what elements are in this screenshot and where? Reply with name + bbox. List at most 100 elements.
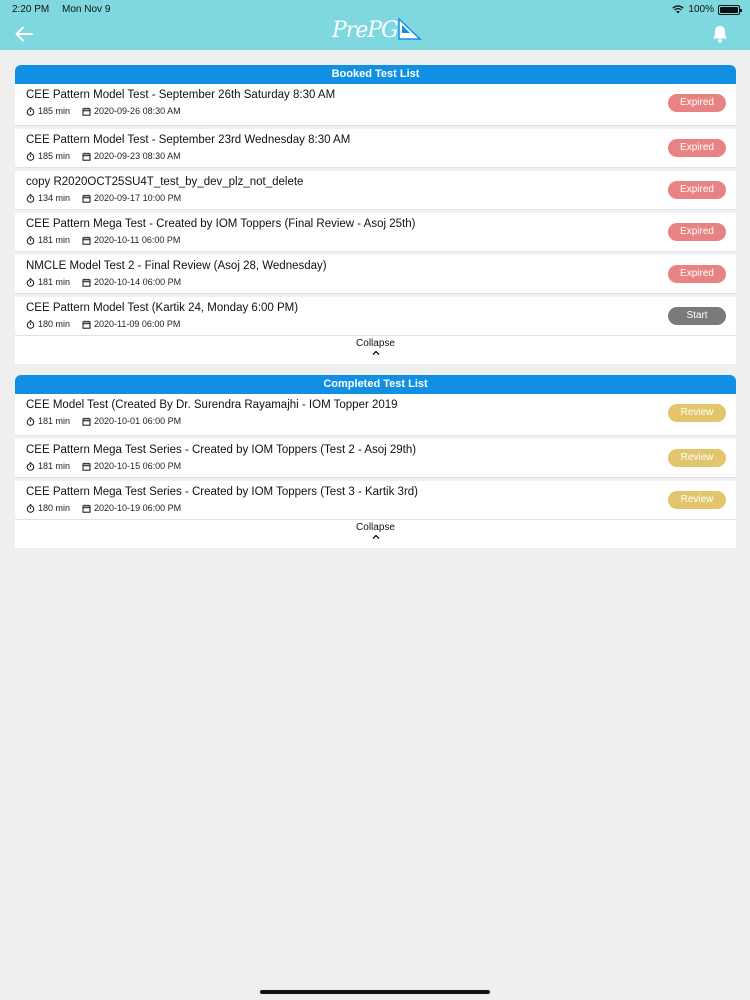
duration-text: 180 min — [38, 503, 71, 513]
review-button[interactable]: Review — [668, 491, 726, 509]
booked-collapse-button[interactable]: Collapse — [15, 336, 736, 364]
duration: 181 min — [26, 461, 70, 471]
expired-button[interactable]: Expired — [668, 265, 726, 283]
test-meta: 185 min 2020-09-23 08:30 AM — [26, 151, 193, 161]
booked-test-panel: Booked Test List CEE Pattern Model Test … — [15, 65, 736, 364]
calendar-icon — [82, 462, 91, 471]
stopwatch-icon — [26, 319, 35, 329]
schedule: 2020-10-11 06:00 PM — [82, 235, 180, 245]
stopwatch-icon — [26, 461, 35, 471]
datetime-text: 2020-10-11 06:00 PM — [94, 235, 181, 245]
expired-button[interactable]: Expired — [668, 223, 726, 241]
calendar-icon — [82, 194, 91, 203]
test-title: copy R2020OCT25SU4T_test_by_dev_plz_not_… — [26, 176, 304, 188]
duration: 181 min — [26, 235, 70, 245]
test-meta: 180 min 2020-11-09 06:00 PM — [26, 319, 192, 329]
test-row[interactable]: NMCLE Model Test 2 - Final Review (Asoj … — [15, 252, 736, 294]
review-button[interactable]: Review — [668, 404, 726, 422]
expired-button[interactable]: Expired — [668, 139, 726, 157]
duration: 180 min — [26, 319, 70, 329]
wifi-icon — [672, 5, 685, 14]
duration-text: 181 min — [38, 235, 71, 245]
stopwatch-icon — [26, 235, 35, 245]
battery-level — [720, 6, 738, 13]
app-logo: PrePG — [332, 14, 422, 46]
test-title: CEE Pattern Mega Test Series - Created b… — [26, 444, 417, 456]
status-left: 2:20 PM Mon Nov 9 — [12, 4, 120, 15]
calendar-icon — [82, 107, 91, 116]
stopwatch-icon — [26, 416, 35, 426]
calendar-icon — [82, 504, 91, 513]
schedule: 2020-10-15 06:00 PM — [82, 461, 181, 471]
review-button[interactable]: Review — [668, 449, 726, 467]
datetime-text: 2020-09-23 08:30 AM — [94, 151, 181, 161]
stopwatch-icon — [26, 503, 35, 513]
logo-text: PrePG — [332, 17, 399, 43]
duration: 185 min — [26, 151, 70, 161]
test-meta: 181 min 2020-10-15 06:00 PM — [26, 461, 193, 471]
calendar-icon — [82, 278, 91, 287]
test-row[interactable]: CEE Pattern Model Test - September 23rd … — [15, 126, 736, 168]
datetime-text: 2020-10-14 06:00 PM — [94, 277, 182, 287]
datetime-text: 2020-10-19 06:00 PM — [94, 503, 182, 513]
stopwatch-icon — [26, 277, 35, 287]
stopwatch-icon — [26, 106, 35, 116]
test-meta: 134 min 2020-09-17 10:00 PM — [26, 193, 193, 203]
duration: 134 min — [26, 193, 70, 203]
battery-icon — [718, 4, 742, 15]
test-meta: 185 min 2020-09-26 08:30 AM — [26, 106, 193, 116]
duration: 181 min — [26, 277, 70, 287]
duration-text: 185 min — [38, 106, 71, 116]
logo-mark-icon — [397, 17, 422, 40]
test-row[interactable]: CEE Pattern Model Test - September 26th … — [15, 84, 736, 126]
notifications-button[interactable] — [710, 23, 730, 45]
duration-text: 181 min — [38, 416, 71, 426]
schedule: 2020-11-09 06:00 PM — [82, 319, 180, 329]
test-meta: 180 min 2020-10-19 06:00 PM — [26, 503, 193, 513]
booked-test-list: CEE Pattern Model Test - September 26th … — [15, 84, 736, 336]
completed-test-title: Completed Test List — [15, 375, 736, 394]
calendar-icon — [82, 417, 91, 426]
collapse-label: Collapse — [356, 338, 395, 349]
schedule: 2020-09-26 08:30 AM — [82, 106, 181, 116]
test-row[interactable]: copy R2020OCT25SU4T_test_by_dev_plz_not_… — [15, 168, 736, 210]
datetime-text: 2020-10-01 06:00 PM — [94, 416, 182, 426]
datetime-text: 2020-11-09 06:00 PM — [94, 319, 181, 329]
arrow-left-icon — [15, 26, 33, 42]
schedule: 2020-10-01 06:00 PM — [82, 416, 181, 426]
expired-button[interactable]: Expired — [668, 181, 726, 199]
status-date: Mon Nov 9 — [62, 4, 111, 15]
chevron-up-icon — [372, 350, 379, 355]
stopwatch-icon — [26, 193, 35, 203]
calendar-icon — [82, 152, 91, 161]
datetime-text: 2020-10-15 06:00 PM — [94, 461, 182, 471]
test-row[interactable]: CEE Pattern Mega Test Series - Created b… — [15, 478, 736, 520]
app-header: 2:20 PM Mon Nov 9 100% PrePG — [0, 0, 750, 50]
status-time: 2:20 PM — [12, 4, 50, 15]
schedule: 2020-10-19 06:00 PM — [82, 503, 181, 513]
completed-collapse-button[interactable]: Collapse — [15, 520, 736, 548]
home-indicator — [260, 990, 490, 994]
duration-text: 185 min — [38, 151, 71, 161]
expired-button[interactable]: Expired — [668, 94, 726, 112]
status-right: 100% — [672, 4, 742, 15]
back-button[interactable] — [12, 22, 36, 46]
booked-test-title: Booked Test List — [15, 65, 736, 84]
schedule: 2020-09-23 08:30 AM — [82, 151, 181, 161]
test-meta: 181 min 2020-10-11 06:00 PM — [26, 235, 192, 245]
duration-text: 181 min — [38, 277, 71, 287]
datetime-text: 2020-09-17 10:00 PM — [94, 193, 182, 203]
test-row[interactable]: CEE Pattern Mega Test Series - Created b… — [15, 436, 736, 478]
test-row[interactable]: CEE Pattern Mega Test - Created by IOM T… — [15, 210, 736, 252]
datetime-text: 2020-09-26 08:30 AM — [94, 106, 181, 116]
test-title: CEE Pattern Model Test - September 23rd … — [26, 134, 351, 146]
duration-text: 134 min — [38, 193, 71, 203]
test-row[interactable]: CEE Model Test (Created By Dr. Surendra … — [15, 394, 736, 436]
completed-test-list: CEE Model Test (Created By Dr. Surendra … — [15, 394, 736, 520]
schedule: 2020-09-17 10:00 PM — [82, 193, 181, 203]
test-title: NMCLE Model Test 2 - Final Review (Asoj … — [26, 260, 327, 272]
duration-text: 180 min — [38, 319, 71, 329]
test-title: CEE Pattern Model Test - September 26th … — [26, 89, 336, 101]
test-row[interactable]: CEE Pattern Model Test (Kartik 24, Monda… — [15, 294, 736, 336]
start-button[interactable]: Start — [668, 307, 726, 325]
